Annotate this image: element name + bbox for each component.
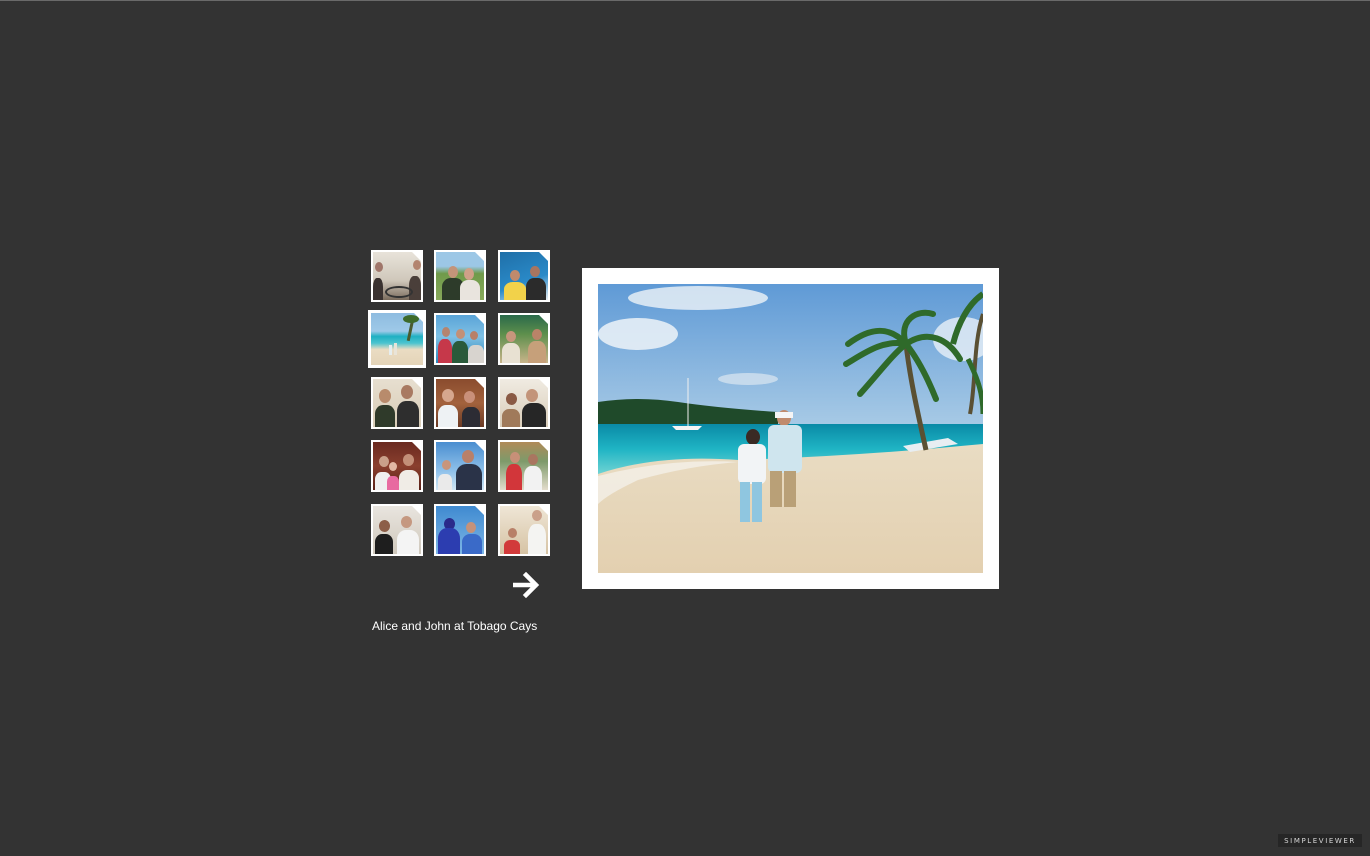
arrow-right-icon <box>513 572 540 598</box>
main-image-frame <box>582 268 999 589</box>
thumbnail[interactable] <box>498 377 550 429</box>
main-image[interactable] <box>598 284 983 573</box>
thumbnail[interactable] <box>498 313 550 365</box>
thumbnail[interactable] <box>434 377 486 429</box>
thumbnail-selected[interactable] <box>369 311 425 367</box>
thumbnail[interactable] <box>371 377 423 429</box>
thumbnail[interactable] <box>498 504 550 556</box>
next-page-button[interactable] <box>512 571 542 599</box>
thumbnail[interactable] <box>434 440 486 492</box>
thumbnail[interactable] <box>371 440 423 492</box>
gallery-viewer: Alice and John at Tobago Cays SIMPLEVIEW… <box>0 0 1370 856</box>
thumbnail[interactable] <box>371 504 423 556</box>
thumbnail[interactable] <box>498 250 550 302</box>
thumbnail[interactable] <box>371 250 423 302</box>
image-caption: Alice and John at Tobago Cays <box>372 619 538 633</box>
simpleviewer-logo[interactable]: SIMPLEVIEWER <box>1278 834 1362 847</box>
thumbnail[interactable] <box>434 504 486 556</box>
thumbnail[interactable] <box>434 250 486 302</box>
thumbnail-grid <box>369 250 551 556</box>
thumbnail[interactable] <box>434 313 486 365</box>
thumbnail[interactable] <box>498 440 550 492</box>
beach-photo <box>598 284 983 573</box>
